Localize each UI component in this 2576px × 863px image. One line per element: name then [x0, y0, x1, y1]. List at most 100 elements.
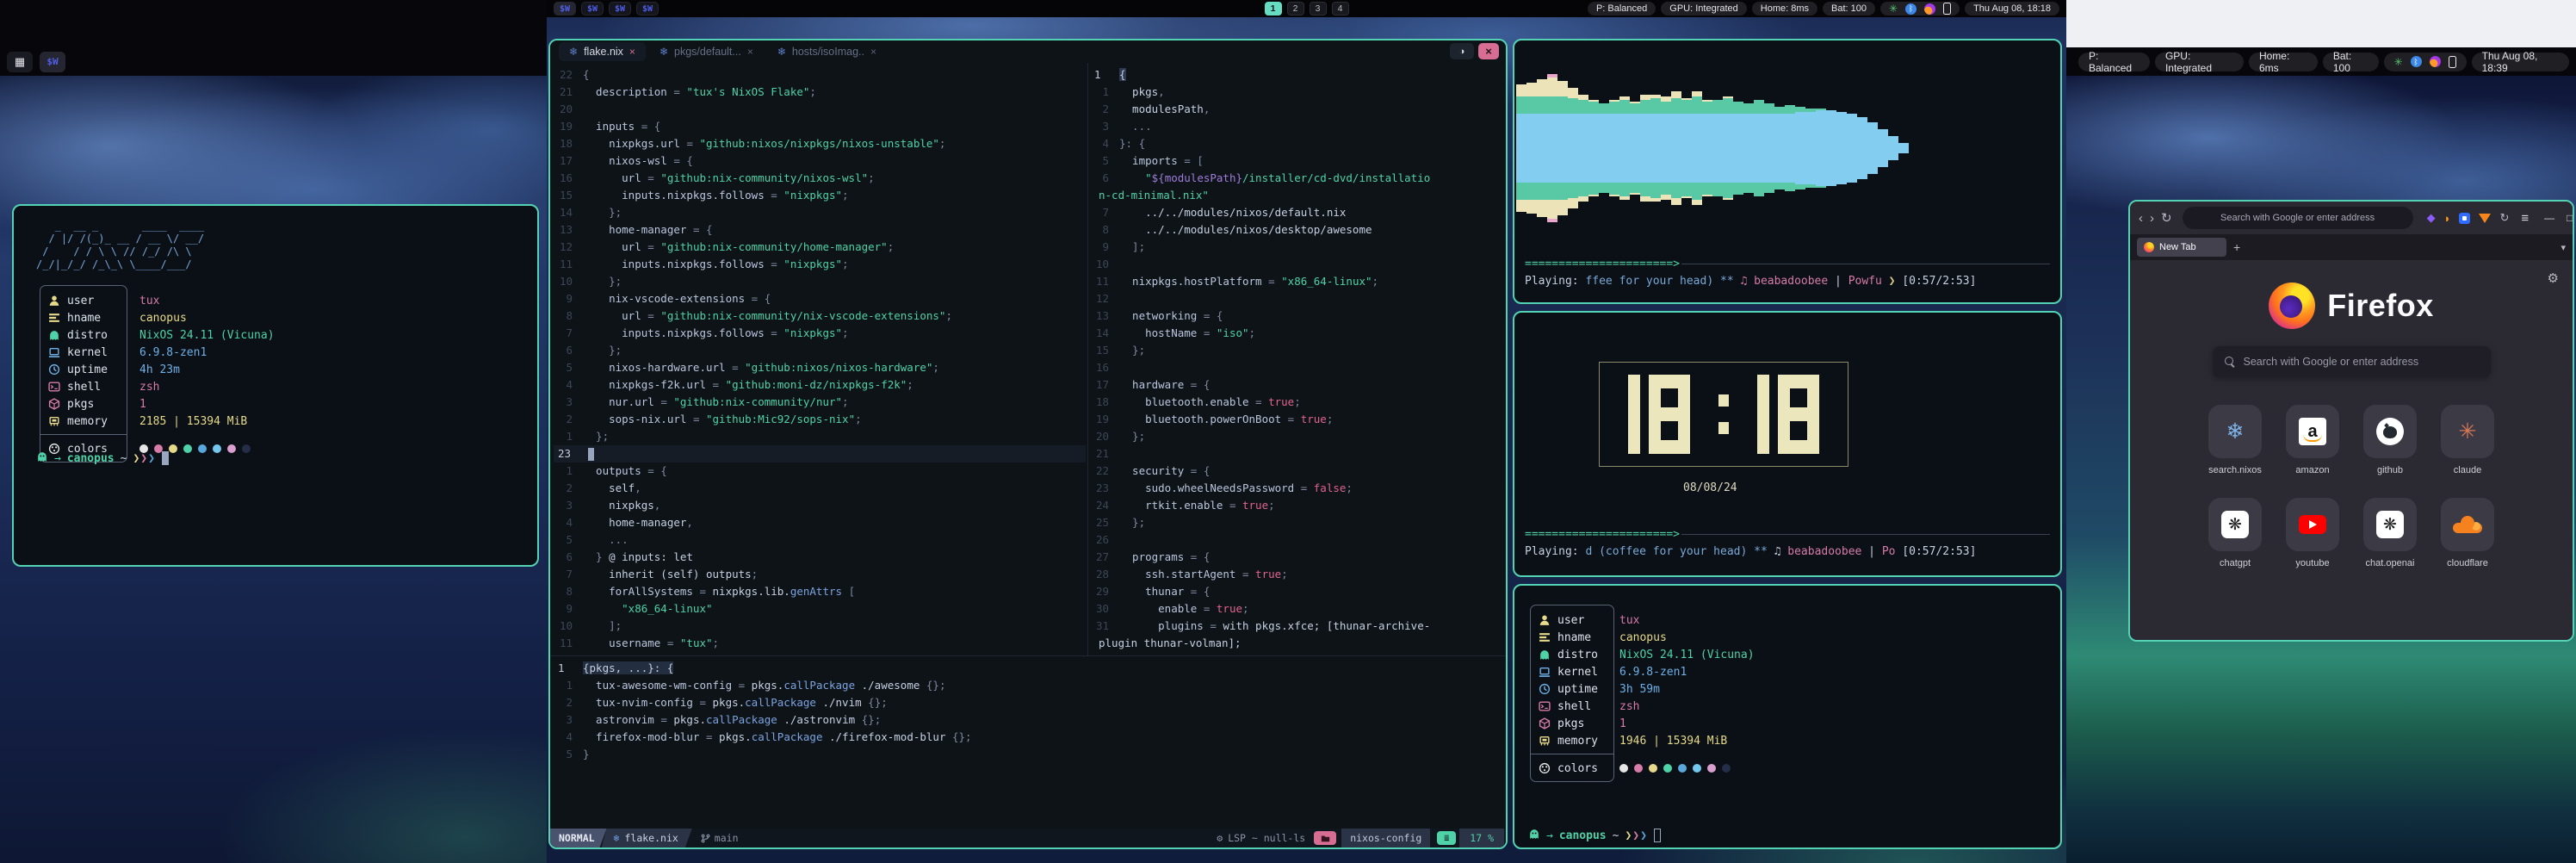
buffer-tab-flake.nix[interactable]: ❄flake.nix× [559, 42, 646, 61]
tag-2[interactable]: $W [581, 2, 604, 16]
shortcut-tile-amazon[interactable]: a [2286, 405, 2339, 458]
tab-close-icon[interactable]: × [747, 46, 753, 58]
code-token: "x86_64-linux" [583, 602, 713, 615]
neovim-window[interactable]: ❄flake.nix×❄pkgs/default...×❄hosts/isoIm… [548, 39, 1508, 849]
buffer-tab-hosts/isoImag..[interactable]: ❄hosts/isoImag..× [767, 42, 887, 61]
extension-diamond-icon[interactable]: ◆ [2427, 211, 2436, 225]
fastfetch-terminal-window[interactable]: usertuxhnamecanopusdistroNixOS 24.11 (Vi… [1513, 584, 2062, 849]
shell-prompt[interactable]: →canopus~❯❯❯ [36, 450, 169, 466]
workspace-4[interactable]: 4 [1332, 2, 1349, 16]
reload-icon[interactable]: ↻ [2161, 210, 2172, 226]
launcher-grid-icon[interactable]: ▦ [7, 52, 33, 72]
workspace-2[interactable]: 2 [1287, 2, 1304, 16]
maximize-icon[interactable]: □ [2567, 212, 2573, 224]
gpu-pill[interactable]: GPU: Integrated [1661, 2, 1747, 16]
shortcut-tile-chatgpt[interactable]: ❋ [2208, 498, 2262, 551]
workspace-1[interactable]: 1 [1265, 2, 1282, 16]
shortcut-tile-youtube[interactable] [2286, 498, 2339, 551]
shortcut-tile-github[interactable] [2363, 405, 2417, 458]
terminal-cursor[interactable] [1654, 829, 1661, 842]
phone-icon[interactable] [1943, 3, 1951, 15]
code-line: 22{ [554, 66, 1086, 84]
tag-4[interactable]: $W [636, 2, 659, 16]
ping-pill[interactable]: Home: 8ms [1752, 2, 1817, 16]
ping-pill[interactable]: Home: 6ms [2249, 53, 2318, 71]
battery-pill[interactable]: Bat: 100 [1823, 2, 1875, 16]
password-manager-icon[interactable] [2459, 213, 2470, 224]
buffer-close-icon[interactable]: × [1478, 43, 1499, 59]
clock-pill[interactable]: Thu Aug 08, 18:18 [1965, 2, 2059, 16]
line-number: 12 [554, 239, 583, 256]
code-token: { [583, 68, 590, 81]
tab-new-tab[interactable]: New Tab [2137, 238, 2226, 257]
account-sync-icon[interactable]: ↻ [2499, 211, 2509, 225]
statusline: NORMAL ❄ flake.nix main ⚙ LSP ~ null-ls [550, 829, 1506, 847]
tag-3[interactable]: $W [609, 2, 631, 16]
dark-reader-icon[interactable]: ◗ [2444, 212, 2451, 225]
pane-iso-image-nix[interactable]: 1{1 pkgs,2 modulesPath,3 ...4}: {5 impor… [1090, 63, 1504, 655]
code-token: inherit (self) outputs [583, 568, 752, 581]
color-wheel-icon[interactable] [1924, 3, 1935, 15]
tab-close-icon[interactable]: × [629, 46, 635, 58]
minimize-icon[interactable]: — [2544, 212, 2554, 224]
terminal-cursor[interactable] [162, 451, 169, 465]
shortcut-tile-chat.openai[interactable]: ❋ [2363, 498, 2417, 551]
battery-pill[interactable]: Bat: 100 [2323, 53, 2379, 71]
new-tab-button[interactable]: + [2233, 240, 2240, 254]
shell-prompt[interactable]: →canopus~❯❯❯ [1528, 828, 1661, 843]
tab-close-icon[interactable]: × [870, 46, 876, 58]
clock-terminal-window[interactable]: 08/08/24 ======================> Playing… [1513, 311, 2062, 577]
shortcut-tile-claude[interactable]: ✳ [2441, 405, 2494, 458]
menu-icon[interactable]: ≡ [2521, 211, 2529, 226]
url-bar[interactable]: Search with Google or enter address [2183, 207, 2413, 229]
status-widgets: P: Balanced GPU: Integrated Home: 8ms Ba… [1582, 2, 2059, 16]
color-wheel-icon[interactable] [2430, 56, 2441, 67]
pane-flake-nix[interactable]: 22{21 description = "tux's NixOS Flake";… [554, 63, 1086, 655]
shortcut-tile-search.nixos[interactable]: ❄ [2208, 405, 2262, 458]
bluetooth-icon[interactable]: ᛒ [2411, 56, 2422, 67]
code-text: }; [1119, 342, 1145, 359]
network-icon[interactable]: ✳ [2394, 56, 2403, 68]
gpu-pill[interactable]: GPU: Integrated [2155, 53, 2244, 71]
git-branch-icon [701, 834, 710, 843]
phone-icon[interactable] [2449, 56, 2456, 68]
network-icon[interactable]: ✳ [1889, 3, 1898, 15]
cava-terminal-window[interactable]: ======================> Playing: ffee fo… [1513, 39, 2062, 304]
forward-icon[interactable]: › [2150, 211, 2154, 226]
line-number: 26 [1090, 531, 1119, 549]
back-icon[interactable]: ‹ [2139, 211, 2143, 226]
code-line: 18 nixpkgs.url = "github:nixos/nixpkgs/n… [554, 135, 1086, 152]
power-profile-pill[interactable]: P: Balanced [1588, 2, 1656, 16]
buffer-tab-pkgs/default...[interactable]: ❄pkgs/default...× [649, 42, 764, 61]
shortcut-tile-cloudflare[interactable] [2441, 498, 2494, 551]
pane-pkgs-default-nix[interactable]: 1{pkgs, ...}: {1 tux-awesome-wm-config =… [554, 656, 1504, 829]
clock-date: 08/08/24 [1514, 481, 2060, 494]
metamask-icon[interactable] [2479, 214, 2491, 223]
terminal-window-fastfetch-left[interactable]: _ __ _ ____ ____ / |/ /(_)_ __ / __ \/ _… [12, 204, 539, 567]
firefox-favicon [2144, 242, 2154, 252]
clock-pill[interactable]: Thu Aug 08, 18:39 [2472, 53, 2569, 71]
editor-area[interactable]: 22{21 description = "tux's NixOS Flake";… [550, 63, 1506, 829]
system-tray[interactable]: ✳ ᛒ [1880, 2, 1960, 16]
newtab-search-input[interactable]: Search with Google or enter address [2213, 346, 2491, 377]
firefox-window[interactable]: ‹ › ↻ Search with Google or enter addres… [2128, 200, 2574, 642]
workspace-3[interactable]: 3 [1310, 2, 1327, 16]
vertical-split-separator[interactable] [1087, 63, 1088, 655]
code-token: ]; [583, 619, 622, 632]
newtab-settings-gear-icon[interactable]: ⚙ [2548, 270, 2559, 286]
system-tray[interactable]: ✳ ᛒ [2384, 53, 2467, 71]
bluetooth-icon[interactable]: ᛒ [1905, 3, 1917, 15]
color-dot [213, 444, 221, 453]
buffer-toggle-icon[interactable]: ◑ [1450, 43, 1474, 59]
code-text: ../../modules/nixos/default.nix [1119, 204, 1346, 221]
line-number: 4 [554, 729, 583, 746]
digit-side [1807, 388, 1819, 407]
tag-1[interactable]: $W [40, 52, 65, 72]
visualizer-bar [1619, 96, 1630, 200]
separator-text: ======================> [1525, 258, 1680, 270]
power-profile-pill[interactable]: P: Balanced [2078, 53, 2150, 71]
distro-icon [1539, 649, 1551, 661]
tag-1[interactable]: $W [554, 2, 576, 16]
extension-icons: ◆ ◗ ↻ ≡ [2427, 211, 2530, 226]
tab-dropdown-icon[interactable]: ▾ [2561, 242, 2566, 253]
